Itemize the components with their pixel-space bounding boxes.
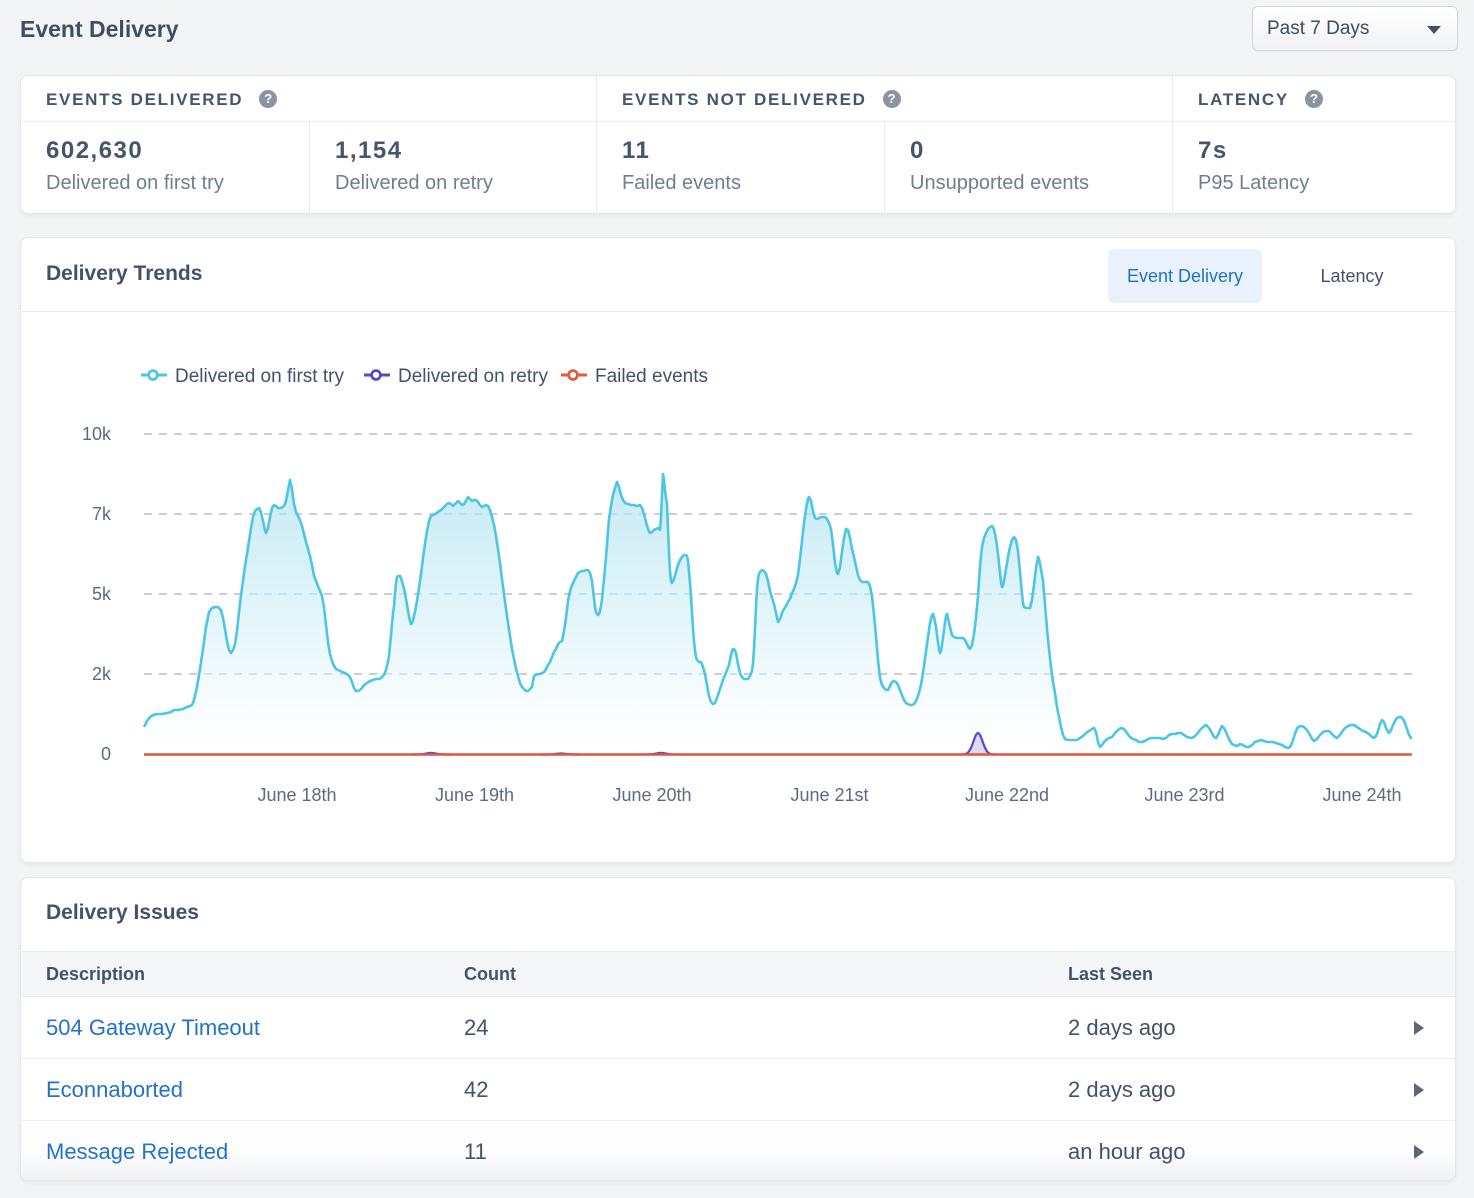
svg-text:5k: 5k <box>92 584 112 604</box>
svg-text:0: 0 <box>101 744 111 764</box>
svg-text:June 20th: June 20th <box>612 785 691 805</box>
svg-text:Failed events: Failed events <box>595 366 708 387</box>
svg-text:June 23rd: June 23rd <box>1144 785 1224 805</box>
svg-text:2k: 2k <box>92 664 112 684</box>
svg-text:10k: 10k <box>82 424 112 444</box>
svg-text:June 24th: June 24th <box>1322 785 1401 805</box>
svg-text:June 22nd: June 22nd <box>965 785 1049 805</box>
svg-text:Delivered on first try: Delivered on first try <box>175 366 344 387</box>
svg-text:June 19th: June 19th <box>435 785 514 805</box>
svg-text:June 21st: June 21st <box>790 785 868 805</box>
svg-text:Delivered on retry: Delivered on retry <box>398 366 548 387</box>
svg-text:June 18th: June 18th <box>257 785 336 805</box>
svg-text:7k: 7k <box>92 504 112 524</box>
